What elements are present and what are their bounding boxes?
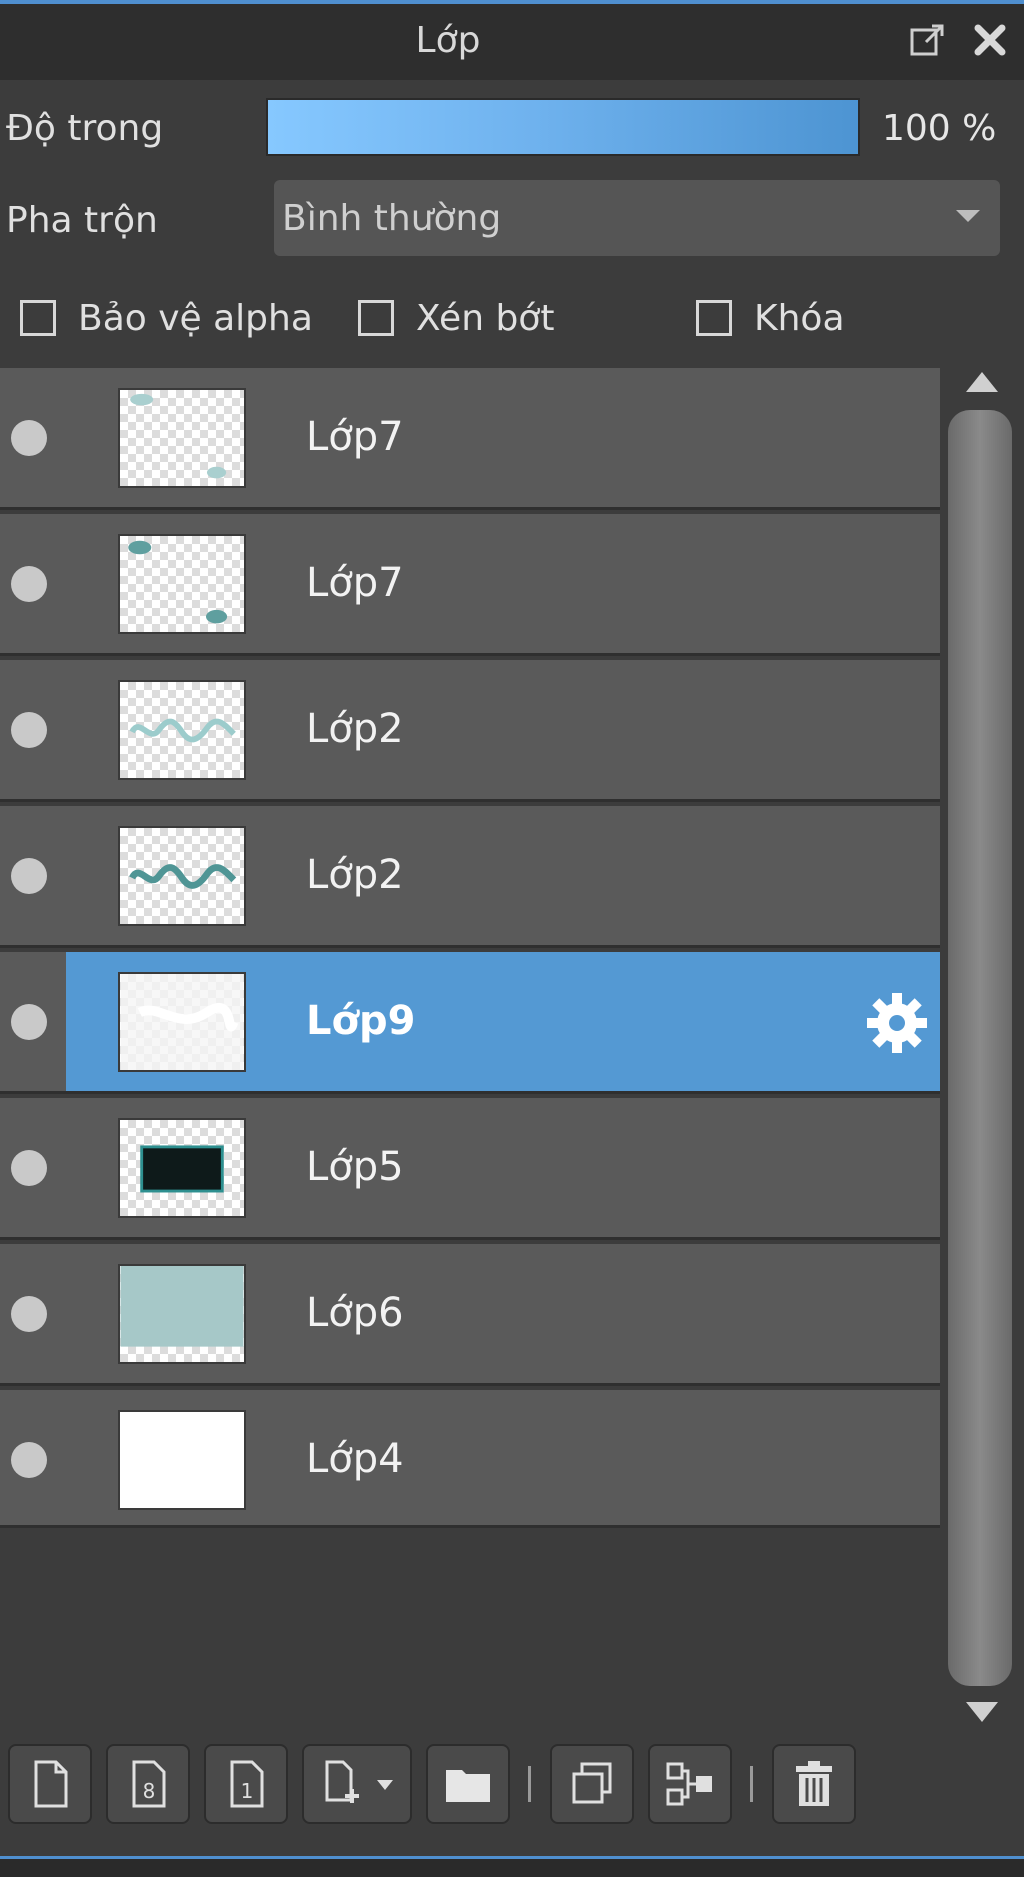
layer-row[interactable]: Lớp7 [0,514,940,656]
lock-checkbox[interactable]: Khóa [696,296,845,340]
toolbar-separator [528,1766,531,1802]
clipping-checkbox[interactable]: Xén bớt [358,296,554,340]
visibility-toggle[interactable] [11,1442,47,1478]
folder-icon [446,1770,490,1802]
new-8bit-layer-icon: 8 [132,1760,166,1808]
new-folder-button[interactable] [426,1744,510,1824]
visibility-toggle[interactable] [11,420,47,456]
layer-row[interactable]: Lớp2 [0,660,940,802]
layer-toolbar: 8 1 [0,1726,1024,1856]
checkbox-box [20,300,56,336]
layer-name: Lớp4 [306,1436,404,1482]
add-layer-menu-button[interactable] [302,1744,412,1824]
delete-layer-button[interactable] [772,1744,856,1824]
new-8bit-layer-button[interactable]: 8 [106,1744,190,1824]
visibility-toggle[interactable] [11,1150,47,1186]
scroll-thumb[interactable] [948,410,1012,1686]
layer-name: Lớp6 [306,1290,404,1336]
new-layer-button[interactable] [8,1744,92,1824]
layer-row[interactable]: Lớp5 [0,1098,940,1240]
layer-thumbnail [118,826,246,926]
layer-thumbnail [118,388,246,488]
toolbar-separator [750,1766,753,1802]
layer-thumbnail [118,1118,246,1218]
layer-list-scrollbar[interactable] [944,368,1016,1726]
svg-text:8: 8 [143,1779,156,1803]
checkbox-box [696,300,732,336]
layer-name: Lớp5 [306,1144,404,1190]
blend-mode-select[interactable]: Bình thường [274,180,1000,256]
lock-label: Khóa [754,297,845,339]
svg-text:1: 1 [241,1779,254,1803]
panel-bottom-border [0,1856,1024,1877]
duplicate-layer-button[interactable] [550,1744,634,1824]
opacity-value: 100 % [882,108,997,149]
layer-row[interactable]: Lớp7 [0,368,940,510]
merge-down-icon [666,1762,712,1806]
layer-name: Lớp2 [306,852,404,898]
visibility-toggle[interactable] [11,712,47,748]
panel-titlebar: Lớp [0,4,1024,80]
checkbox-box [358,300,394,336]
gear-icon[interactable] [864,990,930,1056]
layer-row[interactable]: Lớp2 [0,806,940,948]
scroll-up-arrow-icon[interactable] [966,372,998,392]
new-1bit-layer-button[interactable]: 1 [204,1744,288,1824]
layer-list: Lớp7 Lớp7 Lớp2 Lớp2 Lớp9 Lớp5 Lớp6 Lớp4 [0,368,940,1726]
layer-row[interactable]: Lớp6 [0,1244,940,1386]
popout-icon[interactable] [906,18,950,62]
duplicate-layer-icon [572,1762,612,1804]
new-1bit-layer-icon: 1 [230,1760,264,1808]
merge-down-button[interactable] [648,1744,732,1824]
layer-thumbnail [118,680,246,780]
delete-layer-icon [796,1761,832,1806]
protect-alpha-checkbox[interactable]: Bảo vệ alpha [20,296,313,340]
visibility-toggle[interactable] [11,858,47,894]
blend-mode-value: Bình thường [282,198,502,239]
close-icon[interactable] [968,18,1012,62]
visibility-toggle[interactable] [11,566,47,602]
layer-row[interactable]: Lớp4 [0,1390,940,1528]
layer-name: Lớp7 [306,414,404,460]
layer-row-selected[interactable]: Lớp9 [0,952,940,1094]
chevron-down-icon [377,1780,393,1790]
add-layer-menu-icon [325,1760,359,1803]
layer-name: Lớp7 [306,560,404,606]
visibility-toggle[interactable] [11,1004,47,1040]
layer-thumbnail [118,972,246,1072]
clipping-label: Xén bớt [416,297,555,339]
layer-thumbnail [118,534,246,634]
chevron-down-icon [956,210,980,222]
layer-name: Lớp9 [306,998,416,1044]
layer-name: Lớp2 [306,706,404,752]
layer-thumbnail [118,1410,246,1510]
protect-alpha-label: Bảo vệ alpha [78,297,313,339]
layer-thumbnail [118,1264,246,1364]
visibility-toggle[interactable] [11,1296,47,1332]
opacity-slider[interactable] [266,98,860,156]
blend-label: Pha trộn [6,200,158,241]
scroll-down-arrow-icon[interactable] [966,1702,998,1722]
opacity-label: Độ trong [6,108,164,149]
panel-title: Lớp [415,20,481,61]
new-layer-icon [34,1760,68,1808]
